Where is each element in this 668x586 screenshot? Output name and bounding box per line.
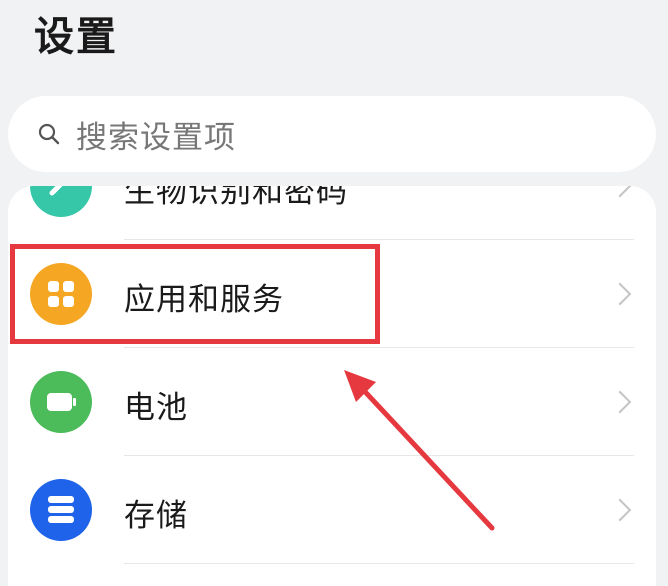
settings-item-biometrics[interactable]: 生物识别和密码: [8, 186, 656, 240]
chevron-right-icon: [608, 498, 632, 522]
chevron-right-icon: [608, 390, 632, 414]
page-title: 设置: [34, 14, 118, 60]
chevron-right-icon: [608, 186, 632, 198]
storage-icon: [30, 479, 92, 541]
settings-item-storage[interactable]: 存储: [8, 456, 656, 564]
search-placeholder: 搜索设置项: [76, 119, 236, 156]
fingerprint-icon: [30, 186, 92, 217]
battery-icon: [30, 371, 92, 433]
search-bar[interactable]: 搜索设置项: [8, 96, 656, 172]
search-icon: [38, 123, 60, 145]
divider: [124, 563, 634, 564]
settings-item-apps-services[interactable]: 应用和服务: [8, 240, 656, 348]
settings-item-label: 电池: [124, 390, 188, 426]
settings-item-battery[interactable]: 电池: [8, 348, 656, 456]
chevron-right-icon: [608, 282, 632, 306]
settings-item-label: 生物识别和密码: [124, 186, 348, 210]
settings-item-label: 应用和服务: [124, 282, 284, 318]
apps-grid-icon: [30, 263, 92, 325]
settings-list: 生物识别和密码 应用和服务 电池 存储: [8, 186, 656, 586]
settings-item-label: 存储: [124, 498, 188, 534]
